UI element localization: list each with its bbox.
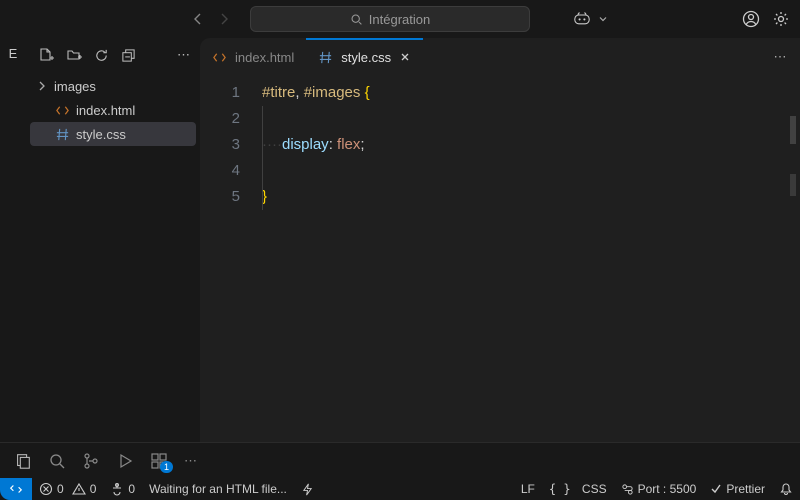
more-icon[interactable]: ⋯ xyxy=(177,47,190,63)
explorer-sidebar: ⋯ images index.html style.css xyxy=(26,38,200,442)
html-file-icon xyxy=(212,50,227,65)
account-icon[interactable] xyxy=(742,10,760,28)
panel-more-icon[interactable]: ⋯ xyxy=(184,453,197,469)
extensions-icon[interactable]: 1 xyxy=(150,452,168,470)
remote-indicator[interactable] xyxy=(0,478,32,500)
settings-gear-icon[interactable] xyxy=(772,10,790,28)
action-icon[interactable] xyxy=(294,478,321,500)
minimap[interactable] xyxy=(790,116,800,226)
search-placeholder: Intégration xyxy=(369,12,430,27)
nav-forward-icon[interactable] xyxy=(216,11,232,27)
title-bar: Intégration xyxy=(0,0,800,38)
code-editor[interactable]: 1 2 3 4 5 #titre, #images { ····display:… xyxy=(200,76,800,210)
status-bar: 0 0 0 Waiting for an HTML file... LF { }… xyxy=(0,478,800,500)
eol-status[interactable]: LF xyxy=(514,478,542,500)
line-gutter: 1 2 3 4 5 xyxy=(200,80,262,210)
html-file-icon xyxy=(54,103,70,118)
tab-overflow-icon[interactable]: ⋯ xyxy=(760,38,800,76)
problems-status[interactable]: 0 0 xyxy=(32,478,103,500)
new-file-icon[interactable] xyxy=(38,47,54,63)
css-file-icon xyxy=(318,50,333,65)
editor-tabs: index.html style.css ⋯ xyxy=(200,38,800,76)
chevron-down-icon[interactable] xyxy=(598,14,608,24)
tab-label: index.html xyxy=(235,50,294,65)
nav-back-icon[interactable] xyxy=(190,11,206,27)
activity-bar: E xyxy=(0,38,26,442)
tree-file-index[interactable]: index.html xyxy=(26,98,200,122)
file-tree: images index.html style.css xyxy=(26,72,200,146)
language-status[interactable]: { } CSS xyxy=(542,478,614,500)
explorer-actions: ⋯ xyxy=(26,38,200,72)
tree-item-label: index.html xyxy=(76,103,135,118)
run-debug-icon[interactable] xyxy=(116,452,134,470)
editor-area: index.html style.css ⋯ 1 2 3 4 5 #titre,… xyxy=(200,38,800,442)
tab-label: style.css xyxy=(341,50,391,65)
tree-item-label: images xyxy=(54,79,96,94)
search-panel-icon[interactable] xyxy=(48,452,66,470)
nav-arrows xyxy=(190,11,232,27)
code-lines: #titre, #images { ····display: flex; } xyxy=(262,80,370,210)
new-folder-icon[interactable] xyxy=(66,47,82,63)
tree-item-label: style.css xyxy=(76,127,126,142)
close-icon[interactable] xyxy=(399,51,411,63)
waiting-status[interactable]: Waiting for an HTML file... xyxy=(142,478,294,500)
tab-style-css[interactable]: style.css xyxy=(306,38,423,76)
files-icon[interactable] xyxy=(14,452,32,470)
css-file-icon xyxy=(54,127,70,142)
liveserver-status[interactable]: Port : 5500 xyxy=(614,478,704,500)
prettier-status[interactable]: Prettier xyxy=(703,478,772,500)
tree-file-style[interactable]: style.css xyxy=(30,122,196,146)
source-control-icon[interactable] xyxy=(82,452,100,470)
panel-bar: 1 ⋯ xyxy=(0,442,800,478)
search-icon xyxy=(350,13,363,26)
command-center[interactable]: Intégration xyxy=(250,6,530,32)
notifications-icon[interactable] xyxy=(772,478,800,500)
ports-status[interactable]: 0 xyxy=(103,478,142,500)
tab-index-html[interactable]: index.html xyxy=(200,38,306,76)
chevron-right-icon xyxy=(36,80,48,92)
extensions-badge: 1 xyxy=(160,461,173,473)
copilot-icon[interactable] xyxy=(572,11,592,27)
refresh-icon[interactable] xyxy=(94,48,109,63)
tree-folder-images[interactable]: images xyxy=(26,74,200,98)
explorer-label[interactable]: E xyxy=(9,46,18,61)
collapse-all-icon[interactable] xyxy=(121,48,136,63)
